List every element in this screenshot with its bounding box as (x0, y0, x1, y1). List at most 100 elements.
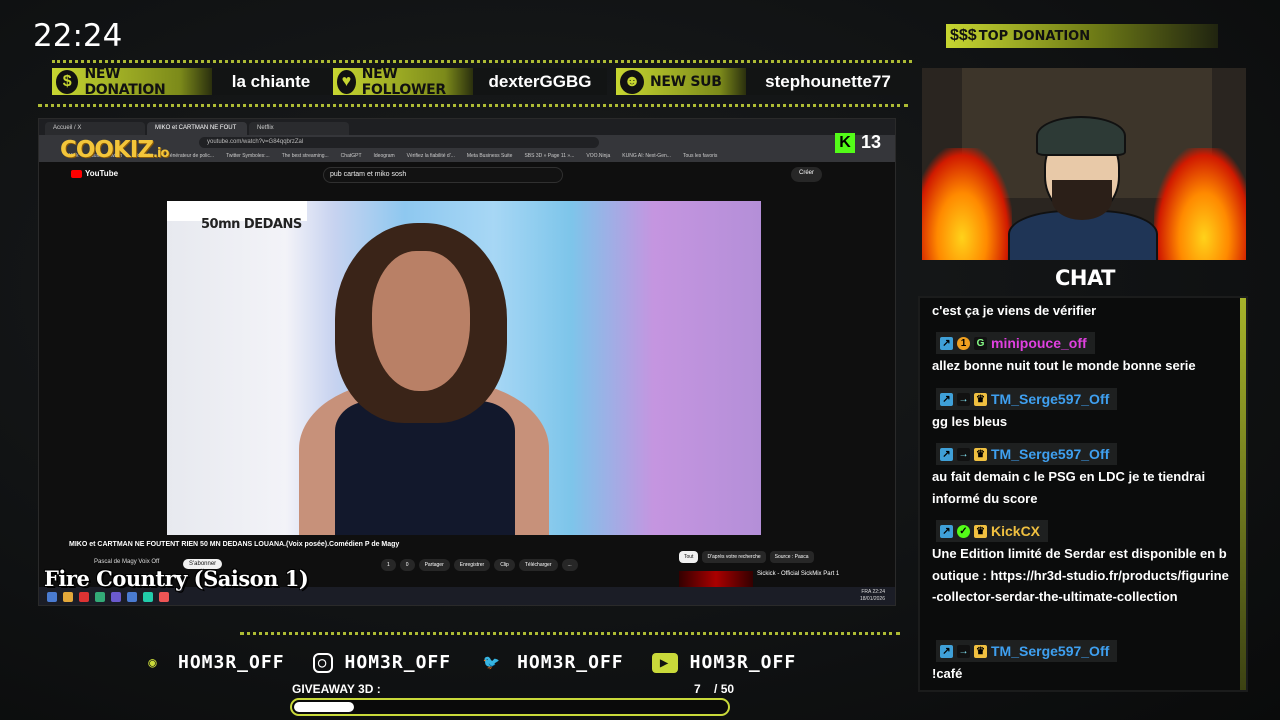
chat-username: ↗ → ♛ TM_Serge597_Off (936, 388, 1118, 410)
dislike-button[interactable]: 0 (399, 559, 415, 571)
recommended-title[interactable]: Sickick - Official SickMix Part 1 (757, 571, 839, 577)
youtube-logo[interactable]: YouTube (71, 169, 118, 178)
crown-badge-icon: ♛ (974, 392, 987, 406)
chat-message: !café (932, 666, 963, 681)
dotted-divider-bottom (240, 632, 900, 635)
series-title: Fire Country (Saison 1) (44, 566, 309, 591)
cookiz-suffix: .io (153, 146, 169, 161)
giveaway-total: / 50 (714, 682, 735, 696)
video-overlay-text: 50mn DEDANS (201, 217, 302, 232)
person-face (372, 251, 470, 391)
url-field[interactable]: youtube.com/watch?v=G84qqbrzZal (199, 137, 599, 148)
bookmark[interactable]: VOO.Ninja (586, 153, 610, 159)
bookmark[interactable]: Meta Business Suite (467, 153, 513, 159)
bookmark[interactable]: KUNG AI: Next-Gen... (622, 153, 671, 159)
username[interactable]: minipouce_off (991, 335, 1087, 351)
video-title: MIKO et CARTMAN NE FOUTENT RIEN 50 MN DE… (69, 541, 400, 548)
rank-badge-icon: 1 (957, 336, 970, 350)
save-button[interactable]: Enregistrer (453, 559, 491, 571)
crown-badge-icon: ♛ (974, 644, 987, 658)
social-twitter[interactable]: 🐦 HOM3R_OFF (479, 652, 624, 673)
taskbar-time: 22:24 (872, 589, 885, 595)
cookiz-logo: COOKIZ.io (60, 137, 169, 163)
alert-sub-value: stephounette77 (746, 68, 910, 95)
username[interactable]: KickCX (991, 523, 1040, 539)
social-discord[interactable]: ◉ HOM3R_OFF (140, 652, 285, 673)
alert-sub-label: NEW SUB (650, 73, 722, 90)
bookmark[interactable]: Tous les favoris (683, 153, 717, 159)
cookiz-text: COOKIZ (60, 137, 154, 163)
sub-badge-icon: → (957, 392, 970, 406)
channel-name[interactable]: Pascal de Magy Voix Off (94, 559, 159, 565)
more-button[interactable]: ... (561, 559, 578, 571)
video-player[interactable]: 50mn DEDANS (167, 201, 761, 535)
alert-sub: ☻ NEW SUB stephounette77 (616, 68, 910, 95)
taskbar-app-icon[interactable] (127, 592, 137, 602)
avatar-cap (1036, 116, 1126, 156)
gg-badge-icon: G (974, 336, 987, 350)
social-handle: HOM3R_OFF (689, 652, 797, 673)
create-button[interactable]: Créer (791, 167, 823, 182)
alert-donation-value: la chiante (212, 68, 330, 95)
taskbar-app-icon[interactable] (159, 592, 169, 602)
social-handle: HOM3R_OFF (178, 652, 285, 673)
prime-badge-icon: ↗ (940, 447, 953, 461)
chat-username: ↗ → ♛ TM_Serge597_Off (936, 640, 1118, 662)
fire-right (1154, 148, 1246, 260)
chat-title: CHAT (1055, 266, 1115, 290)
social-handle: HOM3R_OFF (517, 652, 624, 673)
social-instagram[interactable]: ○ HOM3R_OFF (312, 652, 452, 673)
bookmark[interactable]: Générateur de polic... (166, 153, 214, 159)
fire-left (922, 148, 1012, 260)
bookmark[interactable]: The best streaming... (282, 153, 329, 159)
bookmark[interactable]: Twitter Symboles:... (226, 153, 270, 159)
like-button[interactable]: 1 (381, 559, 396, 571)
video-actions: 1 0 Partager Enregistrer Clip Télécharge… (381, 559, 578, 571)
kick-viewer-count: K 13 (835, 132, 881, 153)
username[interactable]: TM_Serge597_Off (991, 446, 1109, 462)
share-button[interactable]: Partager (418, 559, 450, 571)
chip[interactable]: Tout (679, 551, 699, 563)
prime-badge-icon: ↗ (940, 644, 953, 658)
discord-icon: ◉ (148, 654, 158, 671)
browser-tab-active[interactable]: MIKO et CARTMAN NE FOUT (147, 122, 247, 135)
windows-start-icon[interactable] (47, 592, 57, 602)
alert-donation-label: NEW DONATION (84, 65, 166, 98)
chip[interactable]: D'après votre recherche (702, 551, 766, 563)
taskbar-app-icon[interactable] (143, 592, 153, 602)
social-links: ◉ HOM3R_OFF ○ HOM3R_OFF 🐦 HOM3R_OFF ▶ HO… (140, 652, 796, 673)
alert-donation: $ NEW DONATION la chiante (52, 65, 330, 98)
taskbar-clock: FRA 22:24 18/01/2026 (860, 589, 885, 603)
clock: 22:24 (33, 18, 123, 54)
giveaway-label: GIVEAWAY 3D : (292, 682, 381, 696)
download-button[interactable]: Télécharger (518, 559, 558, 571)
prime-badge-icon: ↗ (940, 524, 953, 538)
bookmark[interactable]: Ideogram (374, 153, 395, 159)
youtube-play-icon (71, 169, 82, 178)
browser-tab[interactable]: Netflix (249, 122, 349, 135)
taskbar-app-icon[interactable] (95, 592, 105, 602)
bookmark[interactable]: ChatGPT (341, 153, 362, 159)
search-input[interactable]: pub cartam et miko sosh (323, 167, 563, 183)
username[interactable]: TM_Serge597_Off (991, 391, 1109, 407)
youtube-logo-text: YouTube (85, 169, 119, 178)
youtube-icon: ▶ (651, 652, 678, 673)
kick-icon: K (835, 132, 855, 153)
avatar-beard (1052, 180, 1112, 220)
verified-badge-icon: ✓ (957, 524, 970, 538)
alert-follower: ♥ NEW FOLLOWER dexterGGBG (333, 66, 607, 98)
bookmark[interactable]: Vérifiez la fiabilité d'... (407, 153, 455, 159)
browser-tab[interactable]: Accueil / X (45, 122, 145, 135)
instagram-icon: ○ (312, 652, 333, 673)
clip-button[interactable]: Clip (494, 559, 515, 571)
dollar-stack-icon: $$$ (950, 27, 977, 44)
social-youtube[interactable]: ▶ HOM3R_OFF (651, 652, 797, 673)
taskbar-app-icon[interactable] (63, 592, 73, 602)
prime-badge-icon: ↗ (940, 392, 953, 406)
username[interactable]: TM_Serge597_Off (991, 643, 1109, 659)
chip[interactable]: Source : Pasca (769, 551, 814, 563)
taskbar-app-icon[interactable] (79, 592, 89, 602)
taskbar-app-icon[interactable] (111, 592, 121, 602)
bookmark[interactable]: SBS 3D » Page 11 »... (524, 153, 574, 159)
sub-badge-icon: → (957, 644, 970, 658)
